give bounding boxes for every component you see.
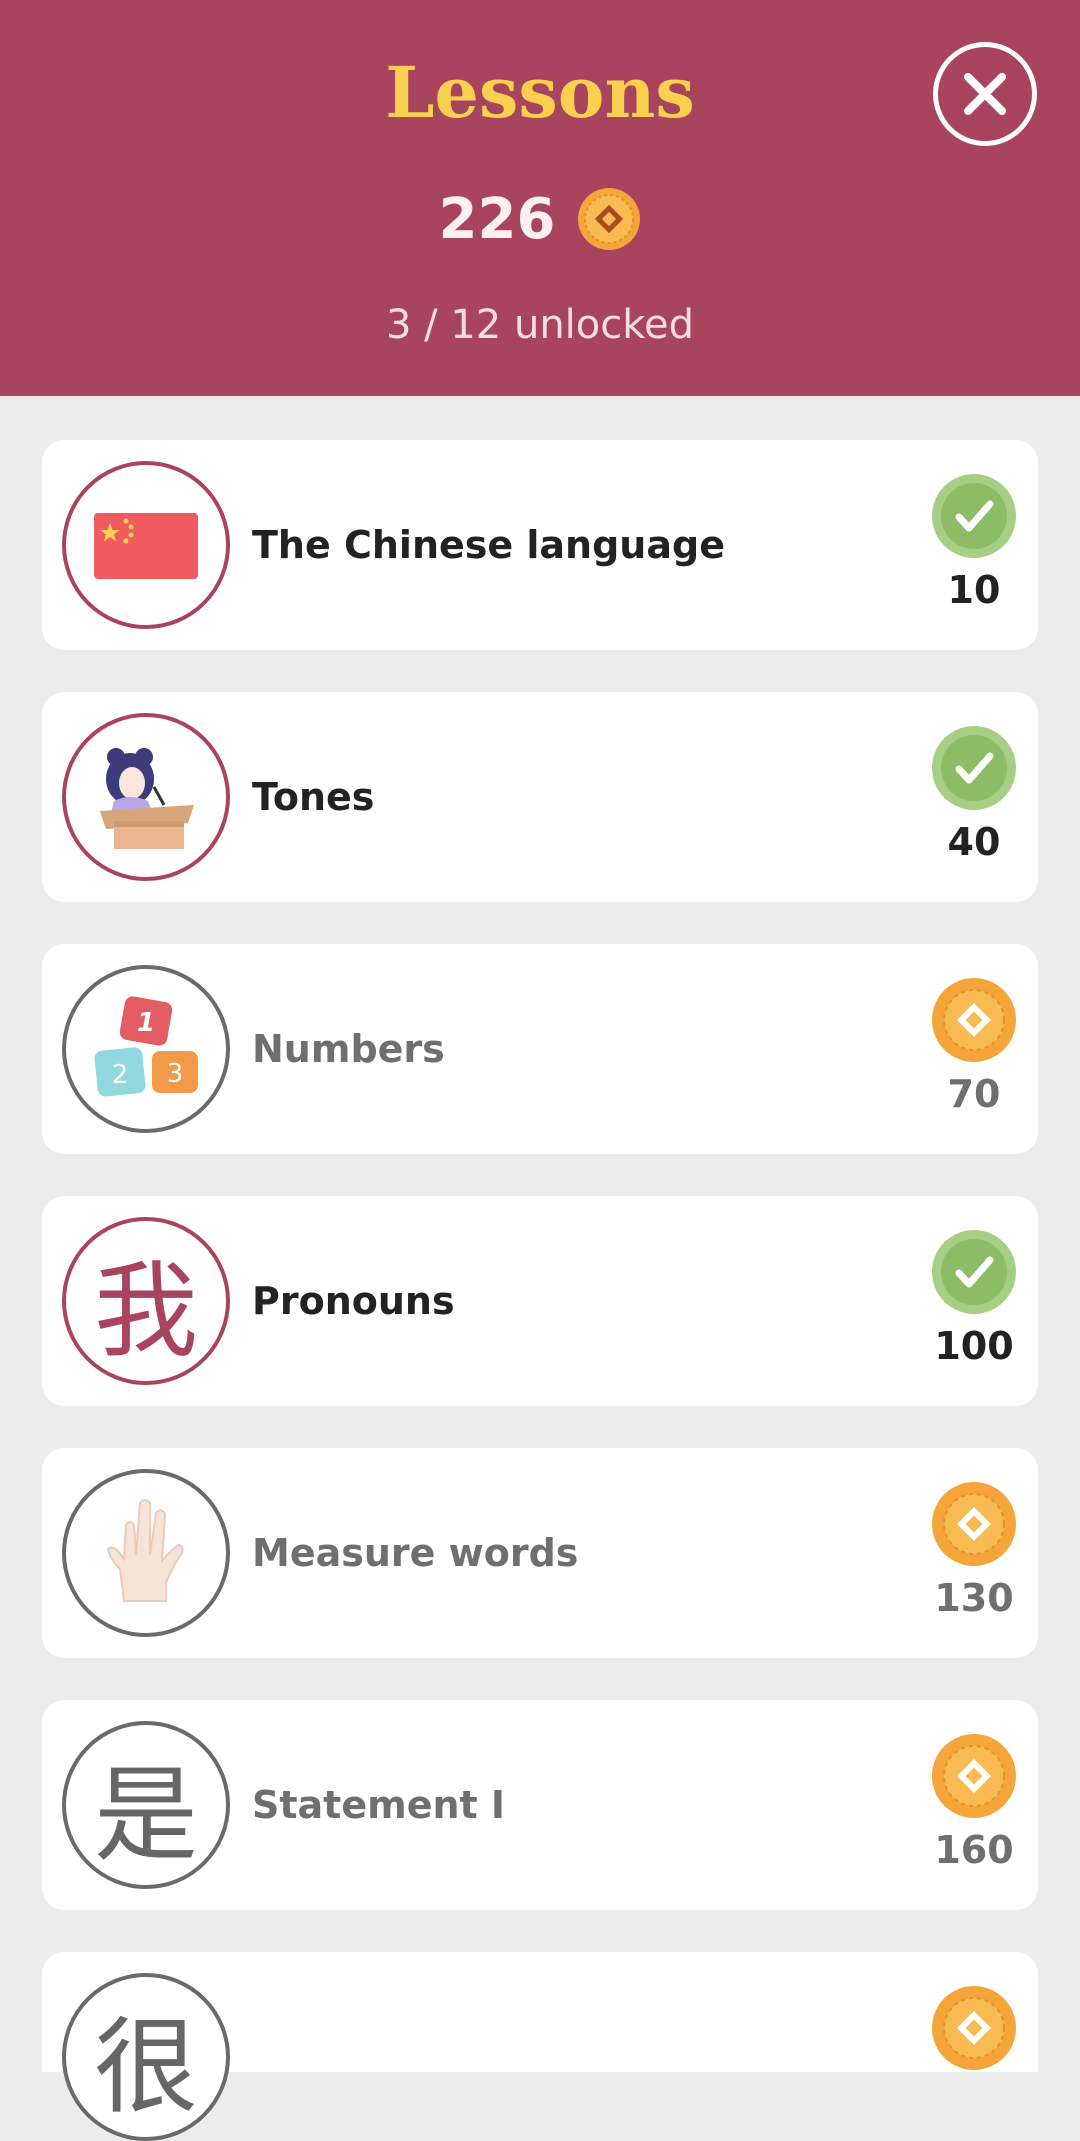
price-coin	[932, 1734, 1016, 1818]
lesson-title: Tones	[252, 775, 375, 819]
lesson-avatar: 1 2 3	[62, 965, 230, 1133]
header: Lessons 226 3 / 12 unlocked	[0, 0, 1080, 396]
lesson-list: The Chinese language 10 Tones 40 1 2 3 N…	[42, 440, 1038, 2141]
lesson-card[interactable]: 我 Pronouns 100	[42, 1196, 1038, 1406]
price-coin	[932, 1986, 1016, 2070]
hanzi-hen-icon: 很	[93, 2005, 198, 2128]
hand-icon	[106, 1499, 184, 1602]
svg-text:1: 1	[137, 1008, 155, 1038]
lesson-title: The Chinese language	[252, 523, 725, 567]
lesson-avatar	[62, 461, 230, 629]
checkmark-icon	[932, 474, 1016, 558]
speaker-girl-icon	[100, 748, 194, 849]
unlocked-count: 3 / 12 unlocked	[386, 302, 694, 348]
lesson-price: 100	[934, 1324, 1014, 1368]
lesson-price: 130	[934, 1576, 1014, 1620]
coin-icon	[932, 1734, 1016, 1818]
lesson-avatar	[62, 713, 230, 881]
checkmark-icon	[932, 1230, 1016, 1314]
price-coin	[932, 978, 1016, 1062]
lesson-price: 10	[947, 568, 1001, 612]
lesson-avatar: 很	[62, 1973, 230, 2141]
lesson-card[interactable]: Measure words 130	[42, 1448, 1038, 1658]
page-title: Lessons	[385, 51, 695, 134]
lesson-title: Pronouns	[252, 1279, 455, 1323]
lesson-title: Statement I	[252, 1783, 506, 1827]
completed-badge	[932, 474, 1016, 558]
lesson-price: 40	[947, 820, 1001, 864]
lesson-card[interactable]: The Chinese language 10	[42, 440, 1038, 650]
lesson-avatar: 是	[62, 1721, 230, 1889]
coin-balance: 226	[0, 184, 1080, 254]
lesson-price: 160	[934, 1828, 1014, 1872]
lesson-price: 70	[947, 1072, 1001, 1116]
lesson-avatar: 我	[62, 1217, 230, 1385]
lesson-card[interactable]: 是 Statement I 160	[42, 1700, 1038, 1910]
lesson-card[interactable]: Tones 40	[42, 692, 1038, 902]
checkmark-icon	[932, 726, 1016, 810]
close-button[interactable]	[933, 42, 1037, 146]
lesson-avatar	[62, 1469, 230, 1637]
lesson-title: Measure words	[252, 1531, 579, 1575]
lesson-card[interactable]: 很	[42, 1952, 1038, 2141]
svg-text:3: 3	[167, 1059, 184, 1089]
china-flag-icon	[94, 513, 198, 579]
lesson-title: Numbers	[252, 1027, 445, 1071]
svg-text:2: 2	[112, 1060, 129, 1090]
coin-icon	[578, 188, 641, 250]
price-coin	[932, 1482, 1016, 1566]
coin-count: 226	[438, 186, 556, 252]
completed-badge	[932, 1230, 1016, 1314]
number-blocks-icon: 1 2 3	[94, 996, 198, 1097]
hanzi-shi-icon: 是	[93, 1753, 198, 1876]
coin-icon	[932, 1986, 1016, 2070]
lesson-card[interactable]: 1 2 3 Numbers 70	[42, 944, 1038, 1154]
close-icon	[964, 73, 1006, 115]
hanzi-wo-icon: 我	[93, 1249, 198, 1372]
completed-badge	[932, 726, 1016, 810]
coin-icon	[932, 1482, 1016, 1566]
coin-icon	[932, 978, 1016, 1062]
